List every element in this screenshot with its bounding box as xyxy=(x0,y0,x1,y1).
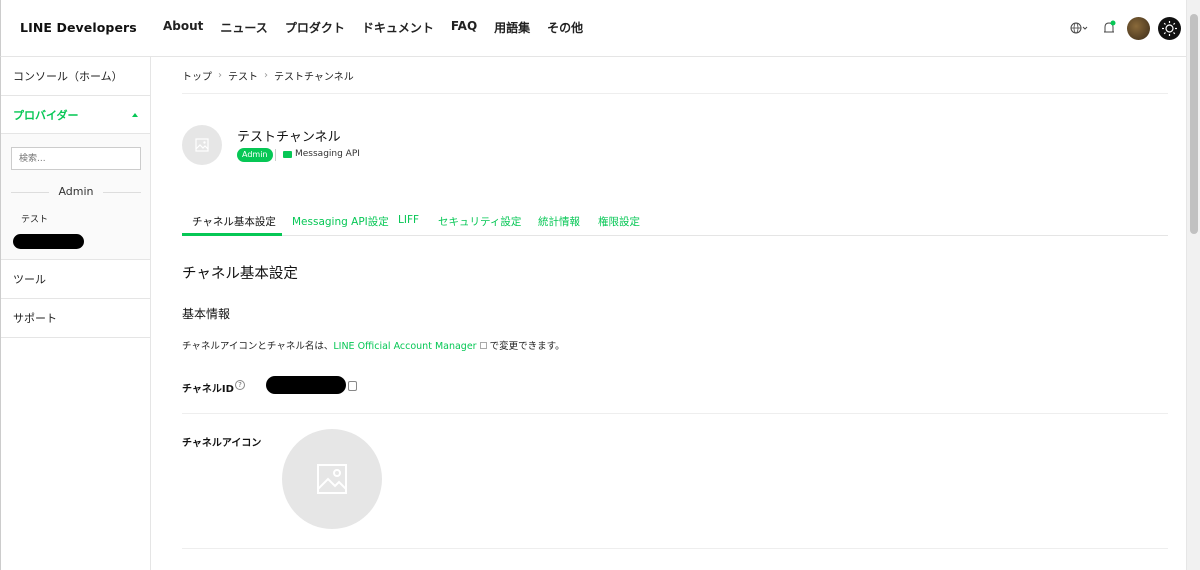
breadcrumb: トップ › テスト › テストチャンネル xyxy=(182,68,354,83)
oa-manager-link[interactable]: LINE Official Account Manager xyxy=(333,341,476,352)
tab-liff[interactable]: LIFF xyxy=(398,214,419,226)
sidebar-provider-label: プロバイダー xyxy=(13,109,79,122)
description-text-end: で変更できます。 xyxy=(489,341,565,352)
breadcrumb-top[interactable]: トップ xyxy=(182,68,212,83)
external-link-icon xyxy=(479,342,487,349)
subsection-title: 基本情報 xyxy=(182,307,231,321)
provider-item-test[interactable]: テスト xyxy=(21,212,48,225)
active-tab-indicator xyxy=(182,233,282,236)
sidebar-item-provider[interactable]: プロバイダー xyxy=(1,96,150,134)
nav-news[interactable]: ニュース xyxy=(220,19,267,36)
globe-icon[interactable] xyxy=(1069,20,1089,36)
divider xyxy=(182,93,1168,94)
role-badge: Admin xyxy=(237,148,273,162)
main-nav: About ニュース プロダクト ドキュメント FAQ 用語集 その他 xyxy=(163,19,600,36)
top-header: LINE Developers About ニュース プロダクト ドキュメント … xyxy=(0,0,1186,57)
sun-icon xyxy=(1162,21,1177,36)
nav-more[interactable]: その他 xyxy=(547,19,583,36)
tab-permissions[interactable]: 権限設定 xyxy=(598,214,640,229)
nav-docs[interactable]: ドキュメント xyxy=(362,19,434,36)
theme-toggle-button[interactable] xyxy=(1158,17,1181,40)
channel-avatar xyxy=(182,125,222,165)
divider xyxy=(182,413,1168,414)
help-icon[interactable]: ? xyxy=(235,380,245,390)
provider-panel: Admin テスト xyxy=(1,134,150,260)
divider xyxy=(182,548,1168,549)
divider xyxy=(275,149,276,161)
channel-type: Messaging API xyxy=(295,149,360,159)
bell-icon[interactable] xyxy=(1101,19,1117,37)
scrollbar[interactable] xyxy=(1186,0,1200,570)
redacted-provider-item[interactable] xyxy=(13,234,84,249)
avatar[interactable] xyxy=(1127,17,1150,40)
nav-glossary[interactable]: 用語集 xyxy=(494,19,530,36)
nav-products[interactable]: プロダクト xyxy=(285,19,345,36)
channel-icon-image xyxy=(282,429,382,529)
scrollbar-thumb[interactable] xyxy=(1190,14,1198,234)
redacted-channel-id xyxy=(266,376,346,394)
tab-messaging-api[interactable]: Messaging API設定 xyxy=(292,214,389,229)
breadcrumb-channel: テストチャンネル xyxy=(274,72,354,83)
sidebar: コンソール（ホーム） プロバイダー Admin テスト ツール サポート xyxy=(0,57,151,570)
nav-faq[interactable]: FAQ xyxy=(451,19,477,36)
channel-name: テストチャンネル xyxy=(237,130,341,145)
channel-tabs: チャネル基本設定 Messaging API設定 LIFF セキュリティ設定 統… xyxy=(182,206,1168,236)
message-icon xyxy=(283,151,292,158)
image-placeholder-icon xyxy=(317,464,347,494)
sidebar-item-tools[interactable]: ツール xyxy=(1,260,150,299)
description: チャネルアイコンとチャネル名は、LINE Official Account Ma… xyxy=(182,338,565,352)
section-title: チャネル基本設定 xyxy=(182,266,298,282)
channel-id-label: チャネルID xyxy=(182,384,234,395)
tab-basic-settings[interactable]: チャネル基本設定 xyxy=(192,214,276,229)
copy-icon[interactable] xyxy=(348,381,357,391)
role-group-label: Admin xyxy=(11,185,141,199)
chevron-right-icon: › xyxy=(218,70,222,81)
image-placeholder-icon xyxy=(195,138,209,152)
tab-statistics[interactable]: 統計情報 xyxy=(538,214,580,229)
chevron-right-icon: › xyxy=(264,70,268,81)
chevron-up-icon xyxy=(132,113,138,117)
tab-security[interactable]: セキュリティ設定 xyxy=(438,214,521,229)
channel-icon-label: チャネルアイコン xyxy=(182,438,262,449)
nav-about[interactable]: About xyxy=(163,19,203,36)
logo[interactable]: LINE Developers xyxy=(20,20,137,35)
breadcrumb-provider[interactable]: テスト xyxy=(228,68,258,83)
provider-search-input[interactable] xyxy=(11,147,141,170)
sidebar-item-support[interactable]: サポート xyxy=(1,299,150,338)
sidebar-item-console-home[interactable]: コンソール（ホーム） xyxy=(1,57,150,96)
description-text: チャネルアイコンとチャネル名は、 xyxy=(182,341,334,352)
